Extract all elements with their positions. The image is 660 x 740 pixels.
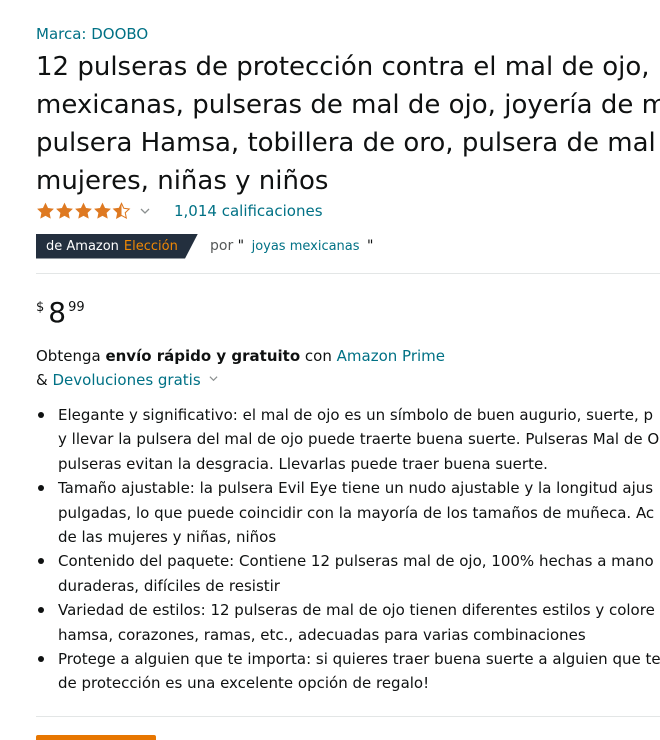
brand-link[interactable]: Marca: DOOBO bbox=[36, 20, 660, 48]
shipping-line: Obtenga envío rápido y gratuito con Amaz… bbox=[36, 344, 445, 368]
badge-label-orange: Elección bbox=[123, 238, 178, 254]
title-line: pulsera Hamsa, tobillera de oro, pulsera… bbox=[36, 128, 656, 158]
shipping-bold: envío rápido y gratuito bbox=[105, 347, 301, 365]
feature-bullet: Variedad de estilos: 12 pulseras de mal … bbox=[36, 598, 660, 647]
bullet-dot-icon bbox=[38, 412, 44, 418]
feature-bullet: Contenido del paquete: Contiene 12 pulse… bbox=[36, 549, 660, 598]
bullet-line: de las mujeres y niñas, niños bbox=[58, 528, 277, 547]
badge-label-white: de Amazon bbox=[46, 238, 119, 254]
bullet-line: duraderas, difíciles de resistir bbox=[58, 576, 280, 595]
choice-for-prefix: por bbox=[210, 238, 234, 254]
amazon-choice-row: de Amazon Elección por " joyas mexicanas… bbox=[36, 233, 660, 259]
bullet-line: pulgadas, lo que puede coincidir con la … bbox=[58, 503, 655, 522]
star-rating[interactable] bbox=[36, 201, 174, 221]
title-line: mujeres, niñas y niños bbox=[36, 166, 329, 196]
quote-close: " bbox=[367, 238, 374, 254]
choice-keyword-text: por " joyas mexicanas " bbox=[210, 238, 373, 254]
bullet-dot-icon bbox=[38, 656, 44, 663]
bullet-dot-icon bbox=[38, 558, 44, 565]
quote-open: " bbox=[237, 238, 245, 254]
bullet-line: y llevar la pulsera del mal de ojo puede… bbox=[58, 430, 660, 449]
returns-amp: & bbox=[36, 371, 48, 389]
feature-bullet: Elegante y significativo: el mal de ojo … bbox=[36, 403, 660, 476]
title-line: 12 pulseras de protección contra el mal … bbox=[36, 52, 650, 82]
star-icon bbox=[75, 202, 92, 219]
chevron-down-icon[interactable] bbox=[209, 374, 218, 383]
title-line: mexicanas, pulseras de mal de ojo, joyer… bbox=[36, 90, 660, 120]
bullet-line: Tamaño ajustable: la pulsera Evil Eye ti… bbox=[58, 479, 654, 498]
product-title: 12 pulseras de protección contra el mal … bbox=[36, 48, 660, 200]
bullet-dot-icon bbox=[38, 607, 44, 614]
shipping-middle: con bbox=[304, 347, 332, 365]
bullet-line: Contenido del paquete: Contiene 12 pulse… bbox=[58, 552, 654, 571]
bullet-line: de protección es una excelente opción de… bbox=[58, 674, 430, 693]
chevron-down-icon[interactable] bbox=[140, 206, 150, 216]
divider bbox=[36, 716, 660, 717]
choice-keyword-link[interactable]: joyas mexicanas bbox=[252, 239, 360, 254]
feature-bullet: Tamaño ajustable: la pulsera Evil Eye ti… bbox=[36, 476, 660, 549]
bullet-line: hamsa, corazones, ramas, etc., adecuadas… bbox=[58, 625, 586, 644]
product-header: Marca: DOOBO 12 pulseras de protección c… bbox=[36, 20, 660, 259]
free-returns-link[interactable]: Devoluciones gratis bbox=[52, 371, 200, 389]
price-symbol: $ bbox=[36, 300, 45, 315]
divider bbox=[36, 273, 660, 274]
price-whole: 8 bbox=[48, 296, 67, 329]
price-block: $ 8 99 bbox=[36, 296, 85, 330]
half-star-icon bbox=[112, 202, 131, 220]
bullet-line: pulseras evitan la desgracia. Llevarlas … bbox=[58, 454, 548, 473]
section-tab-indicator bbox=[36, 735, 156, 740]
bullet-line: Protege a alguien que te importa: si qui… bbox=[58, 650, 660, 669]
bullet-dot-icon bbox=[38, 485, 44, 492]
star-icon bbox=[37, 202, 54, 219]
rating-row: 1,014 calificaciones bbox=[36, 200, 660, 222]
feature-bullet: Protege a alguien que te importa: si qui… bbox=[36, 647, 660, 696]
amazon-choice-badge[interactable]: de Amazon Elección bbox=[36, 233, 198, 259]
returns-line: & Devoluciones gratis bbox=[36, 368, 445, 392]
price-fraction: 99 bbox=[68, 300, 85, 315]
bullet-line: Elegante y significativo: el mal de ojo … bbox=[58, 406, 654, 424]
prime-link[interactable]: Amazon Prime bbox=[337, 347, 445, 365]
feature-bullets: Elegante y significativo: el mal de ojo … bbox=[36, 403, 660, 696]
ratings-count-link[interactable]: 1,014 calificaciones bbox=[174, 200, 323, 222]
shipping-prefix: Obtenga bbox=[36, 347, 101, 365]
shipping-info: Obtenga envío rápido y gratuito con Amaz… bbox=[36, 344, 445, 392]
bullet-line: Variedad de estilos: 12 pulseras de mal … bbox=[58, 601, 655, 620]
star-icon bbox=[56, 202, 73, 219]
star-icon bbox=[94, 202, 111, 219]
